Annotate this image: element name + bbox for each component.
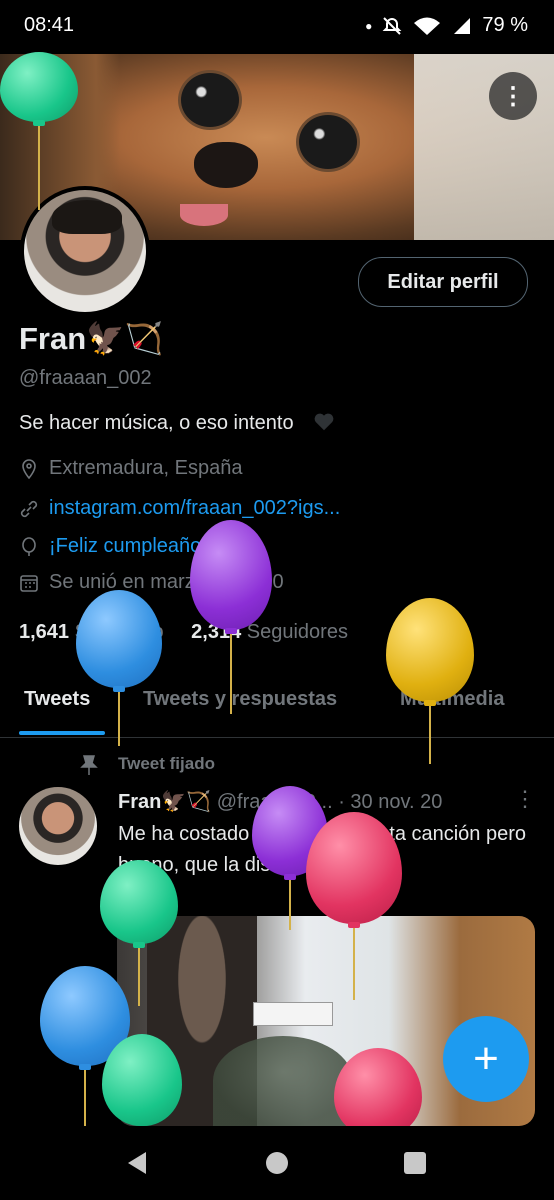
status-time: 08:41	[24, 14, 75, 36]
tweet-author-avatar[interactable]	[19, 787, 97, 865]
arrow-left-icon: ←	[29, 82, 55, 113]
pin-icon	[80, 755, 98, 775]
following-count: 1,641	[19, 621, 70, 643]
profile-location: Extremadura, España	[19, 457, 242, 480]
battery-level: 79 %	[482, 14, 528, 36]
followers-count: 2,314	[191, 621, 242, 643]
divider	[0, 737, 554, 738]
home-nav-icon[interactable]	[264, 1150, 290, 1176]
back-button[interactable]: ←	[18, 74, 66, 122]
joined-text: Se unió en marzo de 2020	[49, 571, 284, 593]
followers-link[interactable]: 2,314 Seguidores	[191, 621, 348, 643]
profile-website: instagram.com/fraaan_002?igs...	[19, 497, 340, 520]
edit-profile-button[interactable]: Editar perfil	[358, 257, 528, 307]
compose-tweet-button[interactable]: +	[443, 1016, 529, 1102]
follow-counts: 1,641 Siguiendo 2,314 Seguidores	[19, 621, 348, 644]
profile-avatar[interactable]	[20, 186, 150, 316]
tab-tweets-replies[interactable]: Tweets y respuestas	[143, 688, 337, 711]
birthday-text: ¡Feliz cumpleaños!	[49, 535, 217, 557]
link-icon	[20, 500, 38, 517]
recents-nav-icon[interactable]	[402, 1150, 428, 1176]
active-tab-indicator	[19, 731, 105, 735]
status-bar: 08:41 ● 79 %	[0, 0, 554, 54]
system-navigation-bar	[0, 1126, 554, 1200]
plus-icon: +	[473, 1034, 499, 1083]
tweet-header: Fran🦅🏹 @fraaan_0... · 30 nov. 20	[118, 789, 442, 814]
profile-name: Fran🦅🏹	[19, 321, 164, 356]
mute-icon	[382, 16, 402, 35]
profile-handle: @fraaaan_002	[19, 367, 152, 389]
profile-joined: Se unió en marzo de 2020	[19, 571, 284, 594]
tab-tweets[interactable]: Tweets	[24, 688, 90, 711]
tweet-author-name[interactable]: Fran🦅🏹	[118, 791, 211, 813]
website-link[interactable]: instagram.com/fraaan_002?igs...	[49, 497, 340, 520]
following-link[interactable]: 1,641 Siguiendo	[19, 621, 164, 643]
followers-label: Seguidores	[246, 621, 348, 643]
profile-bio: Se hacer música, o eso intento	[19, 411, 335, 435]
bio-text: Se hacer música, o eso intento	[19, 412, 294, 434]
notification-dot-icon: ●	[365, 18, 373, 33]
more-options-button[interactable]: ⋮	[489, 72, 537, 120]
tweet-date: · 30 nov. 20	[338, 791, 443, 813]
location-text: Extremadura, España	[49, 457, 243, 479]
following-label: Siguiendo	[74, 621, 164, 643]
back-nav-icon[interactable]	[124, 1150, 150, 1176]
tweet-text: Me ha costado la vida tocar esta canción…	[118, 823, 527, 876]
tab-media[interactable]: Multimedia	[400, 688, 504, 711]
signal-icon	[454, 17, 471, 34]
profile-birthday: ¡Feliz cumpleaños!	[19, 535, 217, 558]
calendar-icon	[20, 574, 38, 592]
location-pin-icon	[22, 458, 36, 479]
wifi-icon	[414, 17, 441, 35]
tweet-author-handle: @fraaan_0...	[216, 791, 333, 813]
pinned-label: Tweet fijado	[118, 754, 215, 773]
tweet-more-icon[interactable]: ⋮	[514, 786, 536, 812]
heart-icon	[314, 413, 334, 431]
balloon-icon	[22, 536, 36, 556]
more-vertical-icon: ⋮	[501, 82, 525, 110]
